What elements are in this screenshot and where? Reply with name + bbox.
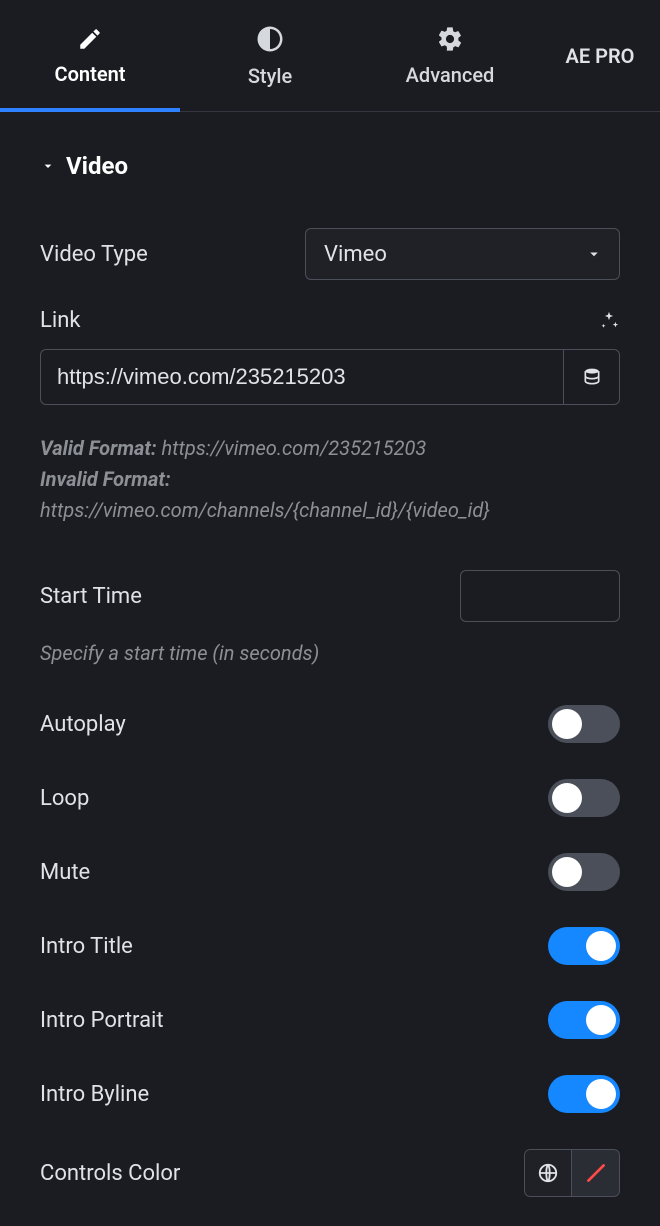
start-time-hint: Specify a start time (in seconds) bbox=[40, 638, 620, 669]
tab-style[interactable]: Style bbox=[180, 0, 360, 111]
tab-advanced[interactable]: Advanced bbox=[360, 0, 540, 111]
tab-content-label: Content bbox=[55, 62, 126, 86]
pencil-icon bbox=[77, 26, 103, 52]
row-autoplay: Autoplay bbox=[40, 705, 620, 743]
row-mute: Mute bbox=[40, 853, 620, 891]
intro-byline-label: Intro Byline bbox=[40, 1082, 149, 1107]
controls-color-label: Controls Color bbox=[40, 1161, 180, 1186]
tab-pro-label: AE PRO bbox=[566, 44, 635, 68]
hint-invalid-label: Invalid Format: bbox=[40, 467, 171, 491]
hint-invalid-value: https://vimeo.com/channels/{channel_id}/… bbox=[40, 498, 490, 522]
video-type-value: Vimeo bbox=[324, 242, 387, 267]
row-link-header: Link bbox=[40, 308, 620, 333]
color-picker-button[interactable] bbox=[572, 1149, 620, 1197]
row-intro-byline: Intro Byline bbox=[40, 1075, 620, 1113]
row-intro-title: Intro Title bbox=[40, 927, 620, 965]
link-hint: Valid Format: https://vimeo.com/23521520… bbox=[40, 433, 620, 526]
loop-toggle[interactable] bbox=[548, 779, 620, 817]
ai-sparkle-icon[interactable] bbox=[598, 310, 620, 332]
row-intro-portrait: Intro Portrait bbox=[40, 1001, 620, 1039]
section-title: Video bbox=[66, 152, 128, 180]
link-label: Link bbox=[40, 308, 81, 333]
contrast-icon bbox=[255, 24, 285, 54]
row-controls-color: Controls Color bbox=[40, 1149, 620, 1197]
intro-portrait-toggle[interactable] bbox=[548, 1001, 620, 1039]
controls-color-buttons bbox=[524, 1149, 620, 1197]
content-panel: Video Video Type Vimeo Link Valid Format… bbox=[0, 112, 660, 1197]
start-time-input-group bbox=[460, 570, 620, 622]
editor-tabs: Content Style Advanced AE PRO bbox=[0, 0, 660, 112]
intro-byline-toggle[interactable] bbox=[548, 1075, 620, 1113]
mute-toggle[interactable] bbox=[548, 853, 620, 891]
row-video-type: Video Type Vimeo bbox=[40, 228, 620, 280]
intro-title-toggle[interactable] bbox=[548, 927, 620, 965]
start-time-input[interactable] bbox=[461, 571, 620, 621]
tab-content[interactable]: Content bbox=[0, 0, 180, 111]
chevron-down-icon bbox=[585, 245, 603, 263]
tab-style-label: Style bbox=[248, 64, 292, 88]
intro-title-label: Intro Title bbox=[40, 934, 133, 959]
section-video-header[interactable]: Video bbox=[40, 152, 620, 180]
global-color-button[interactable] bbox=[524, 1149, 572, 1197]
video-type-select[interactable]: Vimeo bbox=[305, 228, 620, 280]
link-input[interactable] bbox=[41, 350, 563, 404]
autoplay-label: Autoplay bbox=[40, 712, 126, 737]
hint-valid-label: Valid Format: bbox=[40, 436, 157, 460]
row-start-time: Start Time bbox=[40, 570, 620, 622]
database-icon bbox=[582, 367, 602, 387]
intro-portrait-label: Intro Portrait bbox=[40, 1008, 164, 1033]
mute-label: Mute bbox=[40, 860, 90, 885]
tab-pro[interactable]: AE PRO bbox=[540, 0, 660, 111]
row-loop: Loop bbox=[40, 779, 620, 817]
start-time-label: Start Time bbox=[40, 584, 142, 609]
hint-valid-value: https://vimeo.com/235215203 bbox=[161, 436, 426, 460]
tab-advanced-label: Advanced bbox=[406, 63, 495, 87]
video-type-label: Video Type bbox=[40, 242, 148, 267]
gear-icon bbox=[436, 25, 464, 53]
caret-down-icon bbox=[40, 158, 56, 174]
autoplay-toggle[interactable] bbox=[548, 705, 620, 743]
no-color-icon bbox=[583, 1160, 609, 1186]
loop-label: Loop bbox=[40, 786, 89, 811]
link-dynamic-button[interactable] bbox=[563, 350, 619, 404]
globe-icon bbox=[537, 1162, 559, 1184]
link-input-group bbox=[40, 349, 620, 405]
